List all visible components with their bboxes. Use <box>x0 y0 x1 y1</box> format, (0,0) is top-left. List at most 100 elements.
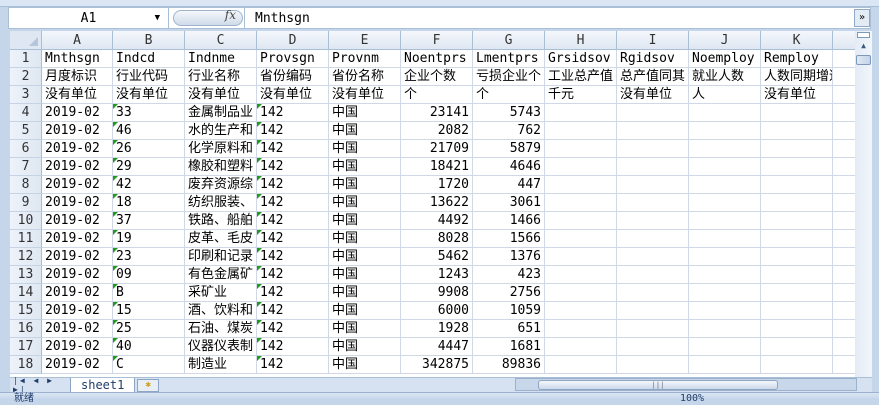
cell-G17[interactable]: 1681 <box>473 338 545 356</box>
cell-C18[interactable]: 制造业 <box>185 356 257 374</box>
cell-I18[interactable] <box>617 356 689 374</box>
cell-K4[interactable] <box>761 104 833 122</box>
cell-E3[interactable]: 没有单位 <box>329 86 401 104</box>
cell-A11[interactable]: 2019-02 <box>42 230 113 248</box>
vertical-scrollbar[interactable]: ▲ <box>855 31 872 377</box>
cell-D10[interactable]: 142 <box>257 212 329 230</box>
cell-I14[interactable] <box>617 284 689 302</box>
cell-I9[interactable] <box>617 194 689 212</box>
cell-G18[interactable]: 89836 <box>473 356 545 374</box>
cell-G12[interactable]: 1376 <box>473 248 545 266</box>
cell-J2[interactable]: 就业人数 <box>689 68 761 86</box>
cell-K17[interactable] <box>761 338 833 356</box>
cell-A10[interactable]: 2019-02 <box>42 212 113 230</box>
row-header[interactable]: 2 <box>10 68 42 86</box>
cell-H13[interactable] <box>545 266 617 284</box>
cell-G7[interactable]: 4646 <box>473 158 545 176</box>
cell-J10[interactable] <box>689 212 761 230</box>
row-header[interactable]: 3 <box>10 86 42 104</box>
cell-H2[interactable]: 工业总产值 <box>545 68 617 86</box>
cell-D18[interactable]: 142 <box>257 356 329 374</box>
cell-K14[interactable] <box>761 284 833 302</box>
cell-L16[interactable] <box>833 320 855 338</box>
cell-L9[interactable] <box>833 194 855 212</box>
cell-A13[interactable]: 2019-02 <box>42 266 113 284</box>
cell-D3[interactable]: 没有单位 <box>257 86 329 104</box>
cell-B16[interactable]: 25 <box>113 320 185 338</box>
insert-sheet-icon[interactable]: ✱ <box>137 378 160 392</box>
cell-E18[interactable]: 中国 <box>329 356 401 374</box>
cell-A2[interactable]: 月度标识 <box>42 68 113 86</box>
cell-A6[interactable]: 2019-02 <box>42 140 113 158</box>
cell-L1[interactable] <box>833 50 855 68</box>
cell-A14[interactable]: 2019-02 <box>42 284 113 302</box>
cell-H5[interactable] <box>545 122 617 140</box>
cell-B11[interactable]: 19 <box>113 230 185 248</box>
cell-D2[interactable]: 省份编码 <box>257 68 329 86</box>
cell-J9[interactable] <box>689 194 761 212</box>
cell-F6[interactable]: 21709 <box>401 140 473 158</box>
cell-L7[interactable] <box>833 158 855 176</box>
row-header[interactable]: 8 <box>10 176 42 194</box>
insert-function-icon[interactable]: fx <box>225 8 236 22</box>
cell-F15[interactable]: 6000 <box>401 302 473 320</box>
row-header[interactable]: 4 <box>10 104 42 122</box>
cell-K2[interactable]: 人数同期增速 <box>761 68 833 86</box>
column-header-H[interactable]: H <box>545 31 617 50</box>
cell-I16[interactable] <box>617 320 689 338</box>
cell-E5[interactable]: 中国 <box>329 122 401 140</box>
cell-A1[interactable]: Mnthsgn <box>42 50 113 68</box>
scroll-up-icon[interactable]: ▲ <box>855 39 872 53</box>
cell-I11[interactable] <box>617 230 689 248</box>
cell-E8[interactable]: 中国 <box>329 176 401 194</box>
cell-B1[interactable]: Indcd <box>113 50 185 68</box>
cell-J13[interactable] <box>689 266 761 284</box>
cell-B9[interactable]: 18 <box>113 194 185 212</box>
cell-B12[interactable]: 23 <box>113 248 185 266</box>
cell-F10[interactable]: 4492 <box>401 212 473 230</box>
cell-F5[interactable]: 2082 <box>401 122 473 140</box>
cell-H9[interactable] <box>545 194 617 212</box>
cell-I5[interactable] <box>617 122 689 140</box>
cell-H14[interactable] <box>545 284 617 302</box>
row-header[interactable]: 13 <box>10 266 42 284</box>
cell-J7[interactable] <box>689 158 761 176</box>
cell-K7[interactable] <box>761 158 833 176</box>
cell-F2[interactable]: 企业个数 <box>401 68 473 86</box>
cell-C4[interactable]: 金属制品业 <box>185 104 257 122</box>
cell-G1[interactable]: Lmentprs <box>473 50 545 68</box>
name-box[interactable]: A1 ▼ <box>9 8 169 28</box>
formula-input[interactable]: Mnthsgn <box>245 11 854 26</box>
cell-C9[interactable]: 纺织服装、 <box>185 194 257 212</box>
select-all-button[interactable] <box>10 31 42 50</box>
cell-B10[interactable]: 37 <box>113 212 185 230</box>
cell-K16[interactable] <box>761 320 833 338</box>
cell-L18[interactable] <box>833 356 855 374</box>
expand-formula-bar-icon[interactable]: » <box>854 9 870 27</box>
cell-A8[interactable]: 2019-02 <box>42 176 113 194</box>
cell-C8[interactable]: 废弃资源综 <box>185 176 257 194</box>
cell-K13[interactable] <box>761 266 833 284</box>
cell-I3[interactable]: 没有单位 <box>617 86 689 104</box>
cell-D17[interactable]: 142 <box>257 338 329 356</box>
cell-A3[interactable]: 没有单位 <box>42 86 113 104</box>
horizontal-scroll-thumb[interactable]: ||| <box>538 380 778 390</box>
cell-H10[interactable] <box>545 212 617 230</box>
cell-J3[interactable]: 人 <box>689 86 761 104</box>
column-header-G[interactable]: G <box>473 31 545 50</box>
cell-H15[interactable] <box>545 302 617 320</box>
cell-E14[interactable]: 中国 <box>329 284 401 302</box>
cell-G9[interactable]: 3061 <box>473 194 545 212</box>
cell-A18[interactable]: 2019-02 <box>42 356 113 374</box>
cell-B17[interactable]: 40 <box>113 338 185 356</box>
cell-A9[interactable]: 2019-02 <box>42 194 113 212</box>
column-header-D[interactable]: D <box>257 31 329 50</box>
cell-J12[interactable] <box>689 248 761 266</box>
row-header[interactable]: 6 <box>10 140 42 158</box>
cell-J18[interactable] <box>689 356 761 374</box>
cell-H18[interactable] <box>545 356 617 374</box>
cell-A4[interactable]: 2019-02 <box>42 104 113 122</box>
row-header[interactable]: 11 <box>10 230 42 248</box>
row-header[interactable]: 14 <box>10 284 42 302</box>
cell-I7[interactable] <box>617 158 689 176</box>
